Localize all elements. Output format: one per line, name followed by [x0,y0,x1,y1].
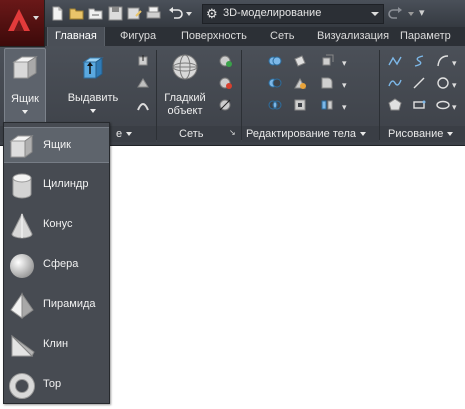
menu-item-label: Конус [43,218,73,230]
chevron-down-icon[interactable]: ▾ [342,58,347,69]
menu-item-wedge[interactable]: Клин [4,327,109,363]
new-file-icon[interactable] [50,6,65,21]
box-button-label: Ящик [11,93,39,105]
draw-panel-title[interactable]: Рисование [388,127,454,141]
polygon-icon[interactable] [388,98,402,112]
wedge-icon [11,334,35,357]
chevron-down-icon[interactable]: ▾ [452,80,457,91]
slice-icon[interactable] [293,54,307,68]
chevron-down-icon [371,12,379,16]
tab-solid[interactable]: Фигура [120,27,156,46]
shell-icon[interactable] [293,98,307,112]
rectangle-icon[interactable] [412,98,426,112]
menu-item-cylinder[interactable]: Цилиндр [4,167,109,203]
box-icon [12,56,38,79]
workspace-selector[interactable]: ⚙ 3D-моделирование [202,4,384,24]
mesh-refine-icon[interactable] [218,98,232,112]
primitive-dropdown-menu: Ящик Цилиндр Конус Сфера Пирамида Клин Т… [3,122,110,404]
separate-icon[interactable] [320,98,334,112]
revolve-icon[interactable] [136,76,150,90]
undo-dropdown-icon[interactable] [186,12,192,16]
smooth-object-label-line2: объект [167,105,203,117]
undo-icon[interactable] [168,6,183,21]
menu-item-label: Пирамида [43,298,96,310]
ribbon-tab-strip: Главная Фигура Поверхность Сеть Визуализ… [0,27,465,46]
smooth-object-button[interactable]: Гладкий объект [160,48,210,122]
intersect-icon[interactable] [268,98,282,112]
menu-item-pyramid[interactable]: Пирамида [4,287,109,323]
customize-qat-icon[interactable]: ▾ [419,6,425,19]
save-as-icon[interactable] [127,6,142,21]
menu-item-label: Сфера [43,258,79,270]
tab-mesh[interactable]: Сеть [270,27,294,46]
menu-item-box[interactable]: Ящик [4,127,109,163]
print-icon[interactable] [146,6,161,21]
menu-item-label: Цилиндр [43,178,89,190]
open-file-icon[interactable] [88,6,103,21]
autocad-logo-icon [8,9,30,31]
line-icon[interactable] [412,76,426,90]
circle-icon[interactable] [436,76,450,90]
extrude-button[interactable]: Выдавить [60,48,126,122]
union-icon[interactable] [268,54,282,68]
fillet-edge-icon[interactable] [320,76,334,90]
workspace-name: 3D-моделирование [223,7,322,19]
tab-visualize[interactable]: Визуализация [317,27,389,46]
menu-item-label: Тор [43,378,62,390]
polyline-icon[interactable] [388,54,402,68]
redo-dropdown-icon[interactable] [408,12,414,16]
subtract-icon[interactable] [268,76,282,90]
save-icon[interactable] [108,6,123,21]
presspull-icon[interactable] [136,54,150,68]
sweep-icon[interactable] [136,98,150,112]
sphere-icon [10,254,34,278]
chevron-down-icon[interactable]: ▾ [342,102,347,113]
mesh-smooth-more-icon[interactable] [218,54,232,68]
menu-item-cone[interactable]: Конус [4,207,109,243]
chevron-down-icon [22,110,28,114]
menu-item-label: Ящик [43,139,71,151]
smooth-object-label-line1: Гладкий [164,92,206,104]
mesh-smooth-less-icon[interactable] [218,76,232,90]
tab-parametric[interactable]: Параметр [400,27,451,46]
box-button[interactable]: Ящик [4,48,46,124]
cone-icon [11,212,33,239]
chevron-down-icon[interactable]: ▾ [452,102,457,113]
redo-icon[interactable] [388,6,403,21]
open-folder-icon[interactable] [69,6,84,21]
chevron-down-icon[interactable]: ▾ [342,80,347,91]
box-icon [9,135,34,158]
ellipse-icon[interactable] [436,98,450,112]
extrude-icon [82,57,104,79]
mesh-panel-title[interactable]: Сеть [179,127,203,141]
menu-item-torus[interactable]: Тор [4,367,109,403]
menu-item-sphere[interactable]: Сфера [4,247,109,283]
chevron-down-icon [90,109,96,113]
tab-surface[interactable]: Поверхность [181,27,247,46]
extrude-faces-icon[interactable] [320,54,334,68]
chevron-down-icon [33,16,39,20]
mesh-sphere-icon [172,54,198,80]
extrude-button-label: Выдавить [67,92,119,104]
dialog-launcher-icon[interactable]: ↘ [229,128,236,137]
interfere-icon[interactable] [293,76,307,90]
cylinder-icon [12,173,32,199]
chevron-down-icon[interactable]: ▾ [452,58,457,69]
pyramid-icon [10,292,34,319]
solid-editing-panel-title[interactable]: Редактирование тела [246,127,367,141]
arc-icon[interactable] [436,54,450,68]
application-menu-button[interactable] [0,0,45,47]
menu-item-label: Клин [43,338,69,350]
helix-icon[interactable] [412,54,426,68]
title-bar: ⚙ 3D-моделирование ▾ [0,0,465,27]
spline-icon[interactable] [388,76,402,90]
modeling-panel-title[interactable]: е [116,127,133,141]
tab-home[interactable]: Главная [47,27,105,46]
gear-icon: ⚙ [206,6,218,21]
torus-icon [9,373,35,399]
